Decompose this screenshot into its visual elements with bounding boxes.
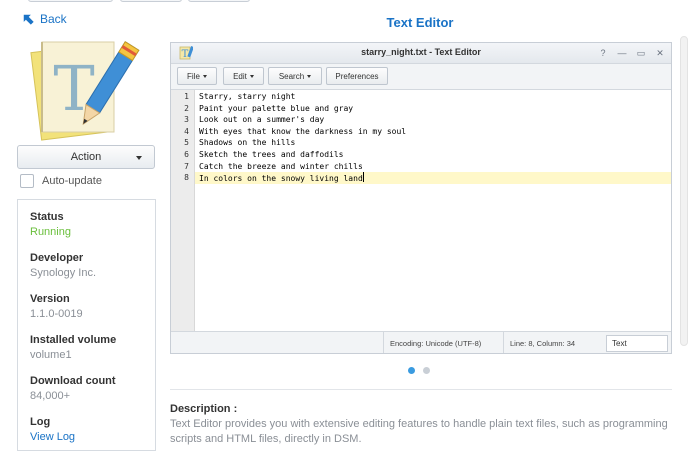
edit-menu-label: Edit	[233, 71, 247, 81]
text-editor-logo-icon: T	[30, 41, 140, 141]
top-tab[interactable]	[28, 0, 113, 2]
info-log: Log View Log	[30, 415, 143, 445]
search-menu-button[interactable]: Search	[268, 67, 322, 85]
view-log-link[interactable]: View Log	[30, 429, 143, 445]
code-line-text: Look out on a summer's day	[199, 115, 325, 125]
line-number: 8	[184, 173, 189, 183]
info-version: Version 1.1.0-0019	[30, 292, 143, 322]
app-title: Text Editor	[386, 15, 454, 30]
syntax-mode-field[interactable]: Text	[606, 335, 668, 352]
top-tab-strip	[0, 0, 690, 4]
info-label: Status	[30, 211, 64, 223]
preferences-button[interactable]: Preferences	[326, 67, 388, 85]
code-line-text: Shadows on the hills	[199, 138, 296, 148]
search-menu-label: Search	[278, 71, 305, 81]
editor-statusbar: Encoding: Unicode (UTF-8) Line: 8, Colum…	[171, 331, 671, 353]
code-line: Shadows on the hills	[195, 137, 671, 149]
description-section: Description : Text Editor provides you w…	[170, 403, 670, 447]
code-line-text: Sketch the trees and daffodils	[199, 150, 344, 159]
info-label: Log	[30, 416, 51, 428]
text-area[interactable]: Starry, starry night Paint your palette …	[195, 90, 671, 331]
code-line-text: In colors on the snowy living land	[199, 174, 363, 184]
code-line: Paint your palette blue and gray	[195, 103, 671, 115]
close-icon[interactable]: ✕	[655, 47, 665, 59]
action-button[interactable]: Action	[17, 145, 155, 169]
download-count-value: 84,000+	[30, 390, 71, 402]
back-arrow-icon	[23, 14, 34, 25]
installed-volume-value: volume1	[30, 349, 72, 361]
status-value: Running	[30, 226, 71, 238]
page-scrollbar[interactable]	[680, 36, 688, 346]
description-text: Text Editor provides you with extensive …	[170, 418, 668, 445]
info-developer: Developer Synology Inc.	[30, 251, 143, 281]
pager-dot-active[interactable]	[408, 367, 415, 374]
code-line-text-wrap: In colors on the snowy living land	[199, 172, 364, 185]
code-line-text: Starry, starry night	[199, 92, 296, 101]
code-line: Starry, starry night	[195, 91, 671, 103]
editor-titlebar: T starry_night.txt - Text Editor ? — ▭ ✕	[171, 43, 671, 64]
info-installed-volume: Installed volume volume1	[30, 333, 143, 363]
pager-dot[interactable]	[423, 367, 430, 374]
caret-down-icon	[136, 156, 142, 160]
back-label: Back	[40, 12, 67, 26]
window-controls: ? — ▭ ✕	[598, 47, 665, 59]
description-title: Description :	[170, 403, 238, 415]
help-icon[interactable]: ?	[598, 47, 608, 59]
back-link[interactable]: Back	[22, 12, 67, 26]
minimize-icon[interactable]: —	[617, 47, 627, 59]
line-number: 5	[184, 138, 189, 148]
screenshot-preview: T starry_night.txt - Text Editor ? — ▭ ✕…	[170, 42, 672, 354]
editor-window-title: starry_night.txt - Text Editor	[361, 47, 481, 57]
code-line: Catch the breeze and winter chills	[195, 161, 671, 173]
line-number: 7	[184, 161, 189, 171]
line-number: 6	[184, 150, 189, 159]
info-download-count: Download count 84,000+	[30, 374, 143, 404]
maximize-icon[interactable]: ▭	[636, 47, 646, 59]
version-value: 1.1.0-0019	[30, 308, 83, 320]
auto-update-label: Auto-update	[42, 175, 102, 187]
preferences-label: Preferences	[335, 71, 379, 81]
info-panel: Status Running Developer Synology Inc. V…	[17, 199, 156, 451]
code-line: Sketch the trees and daffodils	[195, 149, 671, 161]
code-line-text: Paint your palette blue and gray	[199, 103, 354, 113]
info-label: Developer	[30, 252, 84, 264]
line-number: 3	[184, 115, 189, 125]
info-label: Download count	[30, 375, 116, 387]
encoding-status: Encoding: Unicode (UTF-8)	[383, 332, 503, 353]
caret-down-icon	[202, 74, 207, 78]
top-tab[interactable]	[188, 0, 250, 2]
editor-body: 1 2 3 4 5 6 7 8 Starry, starry night Pai…	[171, 90, 671, 331]
info-status: Status Running	[30, 210, 143, 240]
edit-menu-button[interactable]: Edit	[223, 67, 264, 85]
screenshot-pager	[408, 367, 430, 374]
auto-update-option: Auto-update	[20, 174, 102, 188]
code-line: With eyes that know the darkness in my s…	[195, 126, 671, 138]
line-number-gutter: 1 2 3 4 5 6 7 8	[171, 90, 195, 331]
code-line-text: Catch the breeze and winter chills	[199, 161, 363, 171]
info-label: Version	[30, 293, 70, 305]
info-label: Installed volume	[30, 334, 117, 346]
editor-toolbar: File Edit Search Preferences	[171, 64, 671, 90]
caret-down-icon	[307, 74, 312, 78]
cursor-position-status: Line: 8, Column: 34	[503, 332, 606, 353]
line-number: 2	[184, 103, 189, 113]
file-menu-label: File	[187, 71, 200, 81]
code-line-text: With eyes that know the darkness in my s…	[199, 126, 407, 136]
active-code-line: In colors on the snowy living land	[195, 172, 671, 184]
code-line: Look out on a summer's day	[195, 114, 671, 126]
action-label: Action	[70, 151, 102, 163]
text-cursor	[362, 172, 364, 183]
line-number: 1	[184, 92, 189, 101]
caret-down-icon	[249, 74, 254, 78]
developer-value: Synology Inc.	[30, 267, 97, 279]
auto-update-checkbox[interactable]	[20, 174, 34, 188]
divider	[170, 389, 672, 390]
line-number: 4	[184, 126, 189, 136]
top-tab[interactable]	[120, 0, 182, 2]
file-menu-button[interactable]: File	[177, 67, 217, 85]
